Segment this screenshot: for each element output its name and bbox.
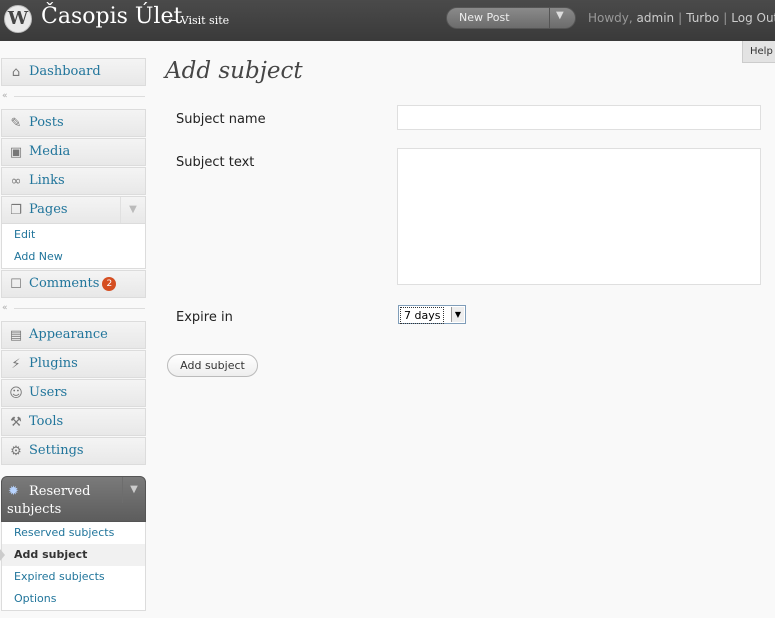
sidebar-item-label: Media xyxy=(29,144,71,159)
subject-name-input[interactable] xyxy=(397,105,761,130)
sidebar-item-label: Appearance xyxy=(29,327,108,342)
sidebar-item-settings[interactable]: ⚙ Settings xyxy=(1,437,146,465)
plugin-icon: ⚡ xyxy=(11,357,21,372)
expire-label: Expire in xyxy=(176,310,233,325)
howdy-text: Howdy, xyxy=(588,11,637,25)
separator: | xyxy=(678,11,683,25)
reserved-subjects-submenu: Reserved subjects Add subject Expired su… xyxy=(1,522,146,611)
link-icon: ∞ xyxy=(10,174,22,189)
user-info: Howdy, admin | Turbo | Log Out xyxy=(588,11,775,25)
submenu-item-expired-subjects[interactable]: Expired subjects xyxy=(2,566,145,588)
pages-icon: ❐ xyxy=(10,203,22,218)
submenu-item-reserved-subjects[interactable]: Reserved subjects xyxy=(2,522,145,544)
pages-submenu: Edit Add New xyxy=(1,224,146,269)
submenu-item-add-new[interactable]: Add New xyxy=(2,246,145,268)
new-post-button[interactable]: New Post ▼ xyxy=(446,7,576,29)
sidebar-item-label: Posts xyxy=(29,115,64,130)
chevron-down-icon[interactable]: ▼ xyxy=(451,307,464,322)
page-title: Add subject xyxy=(165,58,303,84)
sidebar-item-users[interactable]: ☺ Users xyxy=(1,379,146,407)
comments-label: Comments xyxy=(29,276,100,291)
tools-icon: ⚒ xyxy=(10,415,22,430)
sidebar-item-label: Tools xyxy=(29,414,64,429)
expire-select[interactable]: 7 days ▼ xyxy=(398,305,466,324)
sidebar-item-label: Pages xyxy=(29,202,68,217)
submenu-item-options[interactable]: Options xyxy=(2,588,145,610)
collapse-menu-toggle[interactable]: « xyxy=(2,91,145,101)
collapse-menu-toggle[interactable]: « xyxy=(2,303,145,313)
new-post-divider xyxy=(549,8,550,28)
separator: | xyxy=(723,11,728,25)
sidebar-item-label: Users xyxy=(29,385,68,400)
sidebar-item-media[interactable]: ▣ Media xyxy=(1,138,146,166)
sidebar-item-label: Links xyxy=(29,173,65,188)
chevron-down-icon[interactable]: ▼ xyxy=(122,477,145,503)
sidebar-item-label: Settings xyxy=(29,443,84,458)
settings-icon: ⚙ xyxy=(10,444,22,459)
new-post-label[interactable]: New Post xyxy=(459,11,510,24)
media-icon: ▣ xyxy=(9,145,23,160)
expire-selected-value[interactable]: 7 days xyxy=(400,307,445,324)
submenu-item-edit[interactable]: Edit xyxy=(2,224,145,246)
sidebar-item-reserved-subjects[interactable]: ✹ Reserved subjects ▼ xyxy=(1,476,146,522)
site-title[interactable]: Časopis Úlet xyxy=(41,4,182,29)
current-page-arrow-icon xyxy=(0,549,5,561)
logout-link[interactable]: Log Out xyxy=(731,11,775,25)
chevron-down-icon[interactable]: ▼ xyxy=(120,197,145,223)
sidebar-item-label: Reserved subjects xyxy=(7,484,91,517)
chevron-down-icon[interactable]: ▼ xyxy=(556,10,564,21)
sidebar-item-tools[interactable]: ⚒ Tools xyxy=(1,408,146,436)
submenu-item-add-subject[interactable]: Add subject xyxy=(2,544,145,566)
user-profile-link[interactable]: admin xyxy=(637,11,675,25)
sidebar-item-label: Dashboard xyxy=(29,64,101,79)
sidebar-item-plugins[interactable]: ⚡ Plugins xyxy=(1,350,146,378)
pin-icon: ✎ xyxy=(10,116,22,131)
users-icon: ☺ xyxy=(9,386,23,401)
sidebar-item-dashboard[interactable]: ⌂ Dashboard xyxy=(1,58,146,86)
comment-count-badge: 2 xyxy=(102,277,117,291)
visit-site-link[interactable]: ← Visit site xyxy=(168,14,229,27)
help-tab[interactable]: Help xyxy=(742,41,775,63)
home-icon: ⌂ xyxy=(11,65,21,80)
sidebar-item-links[interactable]: ∞ Links xyxy=(1,167,146,195)
sidebar-item-label: Plugins xyxy=(29,356,78,371)
comment-icon: ☐ xyxy=(10,277,22,292)
wordpress-logo-icon[interactable]: W xyxy=(4,5,32,33)
sidebar-item-posts[interactable]: ✎ Posts xyxy=(1,109,146,137)
subject-text-label: Subject text xyxy=(176,155,255,170)
subject-text-area[interactable] xyxy=(397,148,761,285)
sidebar-item-comments[interactable]: ☐ Comments 2 xyxy=(1,270,146,298)
turbo-link[interactable]: Turbo xyxy=(686,11,719,25)
appearance-icon: ▤ xyxy=(9,328,23,343)
sidebar-item-pages[interactable]: ❐ Pages ▼ xyxy=(1,196,146,224)
admin-header: W Časopis Úlet ← Visit site New Post ▼ H… xyxy=(0,0,775,41)
subject-name-label: Subject name xyxy=(176,112,266,127)
sidebar-item-appearance[interactable]: ▤ Appearance xyxy=(1,321,146,349)
sidebar-item-label: Comments 2 xyxy=(29,276,117,291)
add-subject-button[interactable]: Add subject xyxy=(167,354,258,377)
